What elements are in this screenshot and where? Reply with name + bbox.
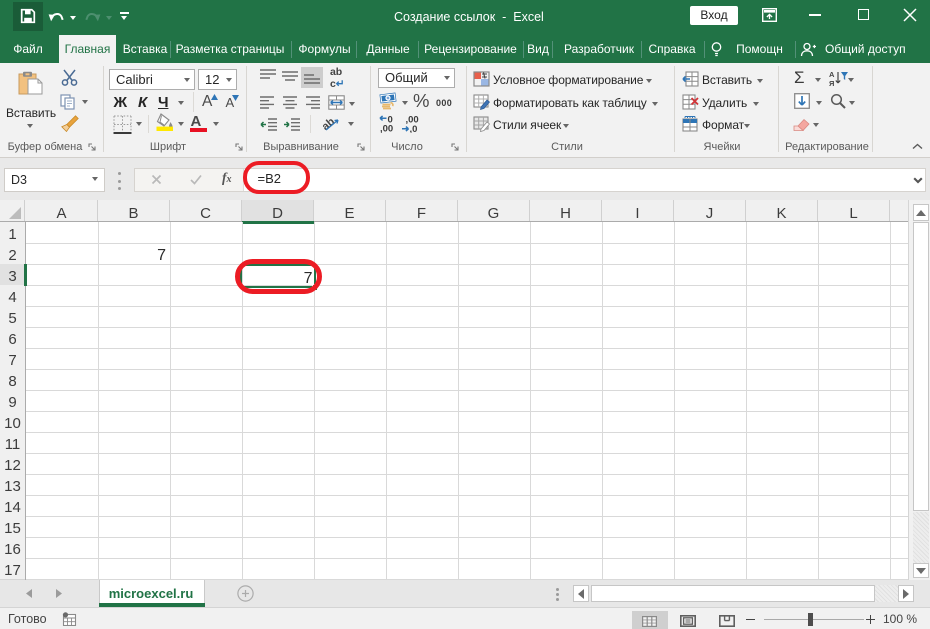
svg-text:,0: ,0	[410, 124, 418, 133]
svg-text:Я: Я	[829, 79, 834, 87]
svg-text:ab: ab	[322, 115, 337, 132]
svg-text:,00: ,00	[380, 124, 393, 134]
svg-text:А: А	[829, 70, 835, 79]
